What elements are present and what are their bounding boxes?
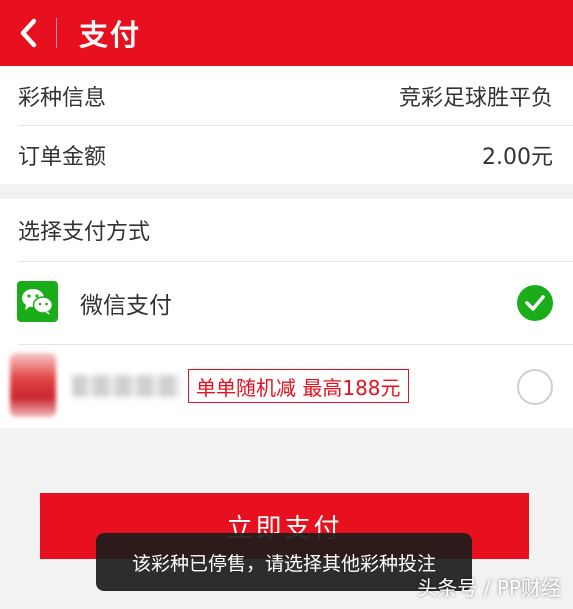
header-divider [56, 18, 57, 48]
order-info-card: 彩种信息 竞彩足球胜平负 订单金额 2.00元 [0, 66, 573, 184]
amount-label: 订单金额 [18, 144, 107, 170]
bank-name-blurred [72, 375, 180, 397]
chevron-left-icon [20, 18, 37, 48]
payment-section-title: 选择支付方式 [18, 220, 151, 245]
wechat-icon [17, 281, 58, 322]
wechat-pay-option[interactable]: 微信支付 [0, 261, 573, 344]
unselected-radio-icon[interactable] [517, 369, 553, 405]
amount-value: 2.00元 [482, 144, 553, 170]
top-app-bar: 支付 [0, 0, 573, 66]
toast-message: 该彩种已停售，请选择其他彩种投注 [96, 533, 472, 591]
order-amount-row: 订单金额 2.00元 [0, 125, 573, 184]
wechat-pay-label: 微信支付 [80, 292, 172, 319]
lottery-value: 竞彩足球胜平负 [398, 85, 553, 111]
promo-badge: 单单随机减 最高188元 [188, 369, 409, 403]
payment-methods-card: 选择支付方式 微信支付 单单随机减 最高188元 [0, 199, 573, 428]
back-button[interactable] [0, 0, 56, 66]
lottery-info-row: 彩种信息 竞彩足球胜平负 [0, 66, 573, 125]
selected-check-icon[interactable] [517, 285, 553, 321]
page-title: 支付 [79, 18, 142, 52]
bank-logo-icon [10, 353, 56, 417]
bank-card-option[interactable]: 单单随机减 最高188元 [0, 345, 573, 428]
payment-page: 支付 彩种信息 竞彩足球胜平负 订单金额 2.00元 选择支付方式 微信支付 单… [0, 0, 573, 609]
lottery-label: 彩种信息 [18, 85, 107, 111]
watermark-text: 头条号 / PP财经 [417, 576, 561, 600]
